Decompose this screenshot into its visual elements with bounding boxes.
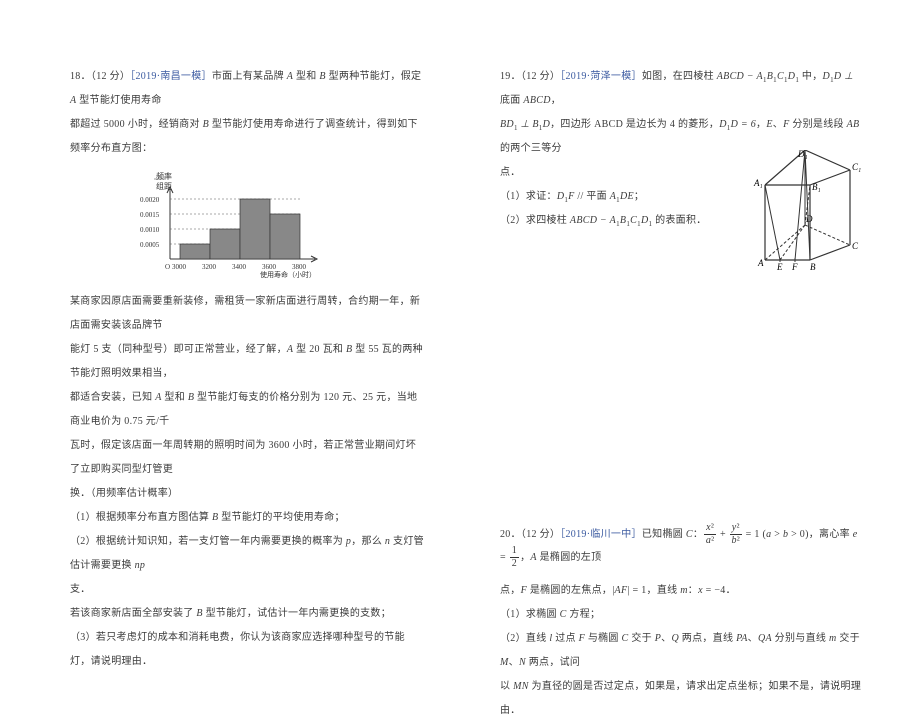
svg-text:3600: 3600: [262, 263, 277, 271]
q18-line4: 能灯 5 支（同种型号）即可正常营业，经了解，A 型 20 瓦和 B 型 55 …: [70, 338, 425, 386]
prism-figure: A E F B C D A₁ B₁ C₁ D₁: [750, 150, 865, 278]
svg-text:B₁: B₁: [812, 182, 821, 192]
q18-q5: （3）若只考虑灯的成本和消耗电费，你认为该商家应选择哪种型号的节能灯，请说明理由…: [70, 626, 425, 674]
q19-line1: 19．（12 分）［2019·菏泽一模］如图，在四棱柱 ABCD − A1B1C…: [500, 65, 865, 113]
prism-svg: A E F B C D A₁ B₁ C₁ D₁: [750, 150, 865, 275]
q18-line7: 换．（用频率估计概率）: [70, 482, 425, 506]
svg-text:频率: 频率: [156, 171, 172, 181]
svg-text:D₁: D₁: [797, 150, 808, 159]
svg-text:F: F: [791, 262, 798, 272]
svg-text:B: B: [810, 262, 816, 272]
q20-q2: （2）直线 l 过点 F 与椭圆 C 交于 P、Q 两点，直线 PA、QA 分别…: [500, 627, 865, 675]
svg-text:C₁: C₁: [852, 162, 861, 172]
left-column: 18．（12 分）［2019·南昌一模］市面上有某品牌 A 型和 B 型两种节能…: [0, 0, 460, 651]
q18-q4: 若该商家新店面全部安装了 B 型节能灯，试估计一年内需更换的支数；: [70, 602, 425, 626]
q20-line2: 点，F 是椭圆的左焦点，|AF| = 1，直线 m：x = −4．: [500, 579, 865, 603]
histogram: 频率 组距 0.0005 0.0010 0.0015 0.0020 O: [110, 169, 425, 282]
svg-text:3200: 3200: [202, 263, 217, 271]
svg-text:3800: 3800: [292, 263, 307, 271]
q18-line3: 某商家因原店面需要重新装修，需租赁一家新店面进行周转，合约期一年，新店面需安装该…: [70, 290, 425, 338]
q18-q2: （2）根据统计知识知，若一支灯管一年内需要更换的概率为 p，那么 n 支灯管估计…: [70, 530, 425, 578]
svg-text:3000: 3000: [172, 263, 187, 271]
svg-text:0.0005: 0.0005: [140, 241, 160, 249]
q19-num: 19．（12 分）: [500, 71, 560, 82]
histogram-svg: 频率 组距 0.0005 0.0010 0.0015 0.0020 O: [110, 169, 330, 279]
right-column: 19．（12 分）［2019·菏泽一模］如图，在四棱柱 ABCD − A1B1C…: [460, 0, 920, 651]
svg-text:A: A: [757, 258, 764, 268]
svg-text:3400: 3400: [232, 263, 247, 271]
q19-src: ［2019·菏泽一模］: [560, 71, 642, 82]
svg-text:O: O: [165, 263, 170, 271]
q18-num: 18．（12 分）: [70, 71, 130, 82]
q20-num: 20．（12 分）: [500, 529, 560, 540]
q18-line2: 都超过 5000 小时，经销商对 B 型节能灯使用寿命进行了调查统计，得到如下频…: [70, 113, 425, 161]
q20-line1: 20．（12 分）［2019·临川一中］已知椭圆 C：x²a² + y²b² =…: [500, 523, 865, 569]
q18-line1: 18．（12 分）［2019·南昌一模］市面上有某品牌 A 型和 B 型两种节能…: [70, 65, 425, 113]
q18-src: ［2019·南昌一模］: [130, 71, 212, 82]
q18-line5: 都适合安装，已知 A 型和 B 型节能灯每支的价格分别为 120 元、25 元，…: [70, 386, 425, 434]
q18-q3: 支．: [70, 578, 425, 602]
svg-text:C: C: [852, 241, 859, 251]
q18-q1: （1）根据频率分布直方图估算 B 型节能灯的平均使用寿命；: [70, 506, 425, 530]
svg-text:0.0010: 0.0010: [140, 226, 160, 234]
svg-text:0.0020: 0.0020: [140, 196, 160, 204]
q20-q3: 以 MN 为直径的圆是否过定点，如果是，请求出定点坐标；如果不是，请说明理由．: [500, 675, 865, 723]
q20-q1: （1）求椭圆 C 方程；: [500, 603, 865, 627]
svg-text:使用寿命（小时）: 使用寿命（小时）: [260, 270, 316, 279]
svg-text:0.0015: 0.0015: [140, 211, 160, 219]
svg-text:E: E: [776, 262, 783, 272]
q18-line6: 瓦时，假定该店面一年周转期的照明时间为 3600 小时，若正常营业期间灯坏了立即…: [70, 434, 425, 482]
q20-src: ［2019·临川一中］: [560, 529, 642, 540]
svg-text:A₁: A₁: [753, 178, 763, 188]
svg-text:D: D: [805, 214, 813, 224]
